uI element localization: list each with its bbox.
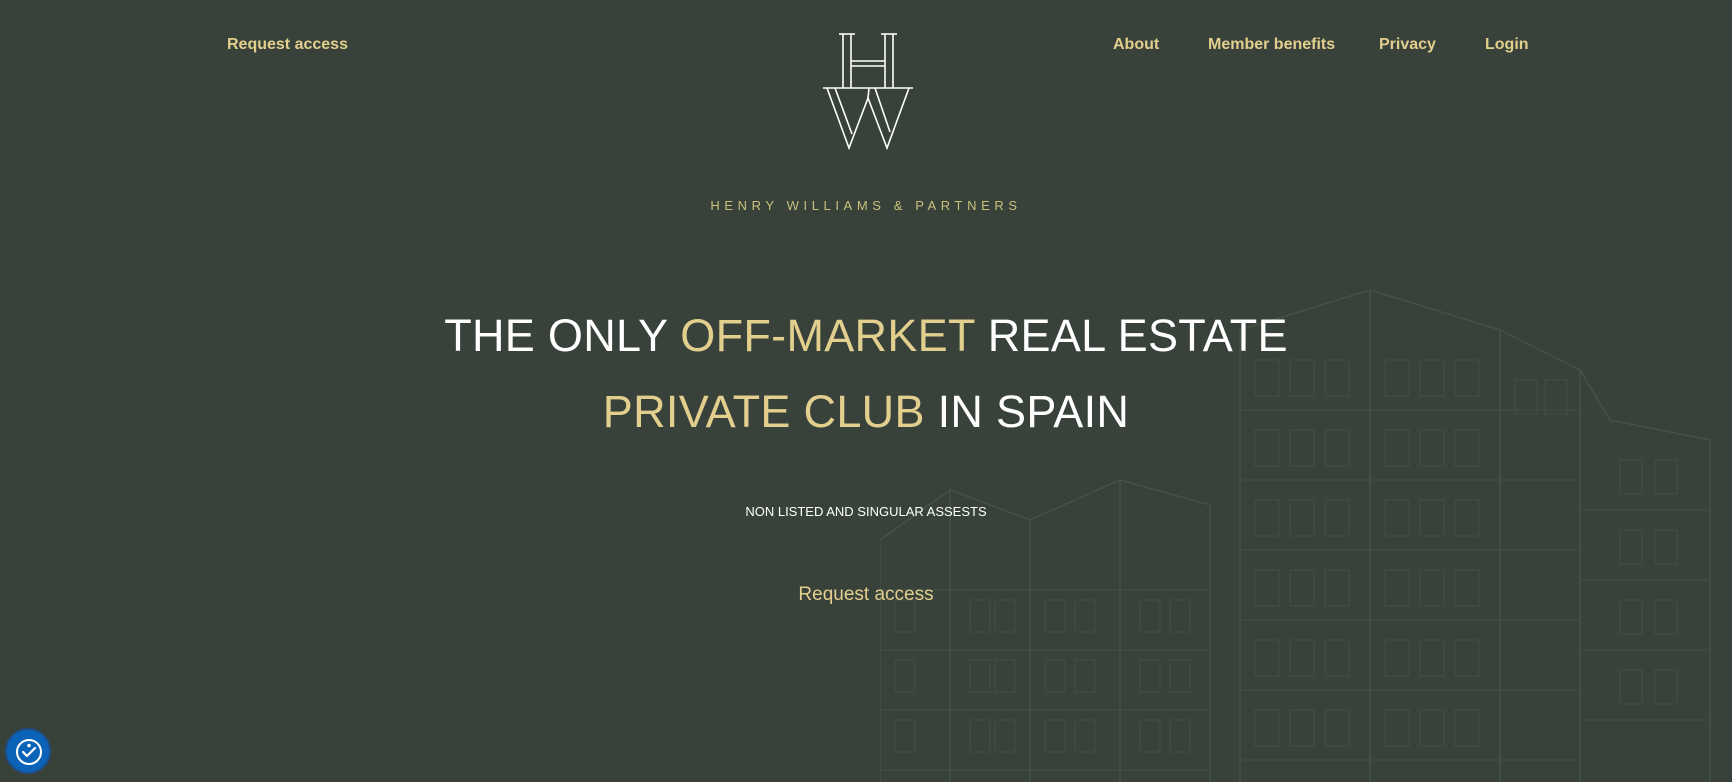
headline-highlight: OFF-MARKET <box>680 310 975 361</box>
nav-request-access-link[interactable]: Request access <box>227 36 348 54</box>
accessibility-icon <box>16 739 42 765</box>
brand-name: HENRY WILLIAMS & PARTNERS <box>710 198 1022 213</box>
nav-member-benefits-link[interactable]: Member benefits <box>1208 36 1335 54</box>
nav-login-link[interactable]: Login <box>1485 36 1529 54</box>
headline-highlight: PRIVATE CLUB <box>602 386 925 437</box>
nav-privacy-link[interactable]: Privacy <box>1379 36 1436 54</box>
request-access-button[interactable]: Request access <box>716 584 1016 606</box>
headline-text: IN SPAIN <box>924 386 1130 437</box>
hw-monogram-icon[interactable] <box>823 32 913 150</box>
hero-headline-line-1: THE ONLY OFF-MARKET REAL ESTATE <box>316 313 1416 358</box>
landing-page: Request access About Member benefits Pri… <box>0 0 1732 782</box>
nav-about-link[interactable]: About <box>1113 36 1159 54</box>
headline-text: THE ONLY <box>444 310 681 361</box>
building-sketch-icon <box>880 290 1711 782</box>
accessibility-button[interactable] <box>5 728 51 774</box>
hero-subtitle: NON LISTED AND SINGULAR ASSESTS <box>745 504 987 519</box>
hero-headline-line-2: PRIVATE CLUB IN SPAIN <box>316 389 1416 434</box>
headline-text: REAL ESTATE <box>974 310 1288 361</box>
